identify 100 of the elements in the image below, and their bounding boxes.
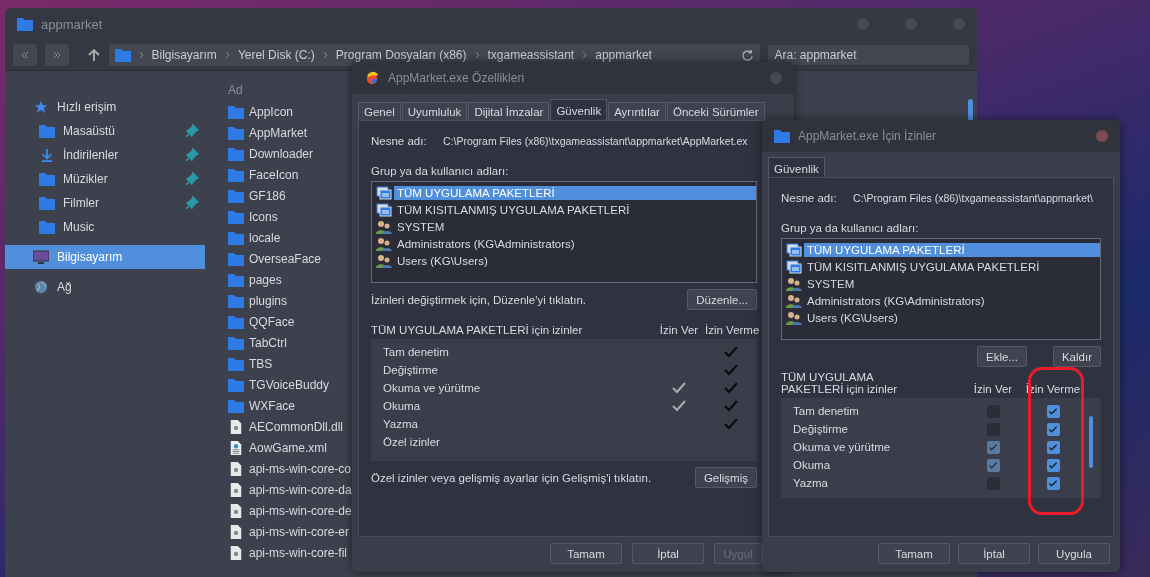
- close-button[interactable]: [1096, 130, 1108, 142]
- sidebar-item[interactable]: Hızlı erişim: [5, 95, 205, 119]
- folder-icon: [228, 188, 244, 203]
- dialog-button[interactable]: Uygula: [1038, 543, 1110, 564]
- breadcrumb[interactable]: Yerel Disk (C:): [237, 48, 315, 62]
- advanced-hint: Özel izinler veya gelişmiş ayarlar için Gelişmiş'i tıklatın.: [371, 471, 652, 484]
- folder-icon: [39, 124, 55, 138]
- dialog-button[interactable]: Tamam: [878, 543, 950, 564]
- file-name[interactable]: TGVoiceBuddy: [249, 377, 330, 392]
- tab[interactable]: Güvenlik: [550, 99, 608, 120]
- group-list-item[interactable]: TÜM KISITLANMIŞ UYGULAMA PAKETLERİ: [804, 259, 1100, 274]
- search-field[interactable]: Ara: appmarket: [768, 45, 969, 65]
- file-name[interactable]: FaceIcon: [249, 167, 299, 182]
- pin-icon[interactable]: [185, 148, 199, 162]
- checkbox[interactable]: [1046, 404, 1060, 418]
- file-name[interactable]: api-ms-win-core-da: [249, 482, 352, 497]
- permission-name: Okuma ve yürütme: [792, 441, 892, 453]
- folder-icon: [228, 335, 244, 350]
- file-name[interactable]: QQFace: [249, 314, 295, 329]
- file-name[interactable]: pages: [249, 272, 282, 287]
- file-name[interactable]: WXFace: [249, 398, 295, 413]
- pin-icon[interactable]: [185, 196, 199, 210]
- file-name[interactable]: api-ms-win-core-fil: [249, 545, 347, 560]
- computer-icon: [33, 250, 49, 264]
- file-name[interactable]: OverseaFace: [249, 251, 322, 266]
- file-name[interactable]: api-ms-win-core-de: [249, 503, 352, 518]
- app-logo-icon: [364, 71, 380, 85]
- folder-icon: [774, 129, 790, 143]
- remove-button[interactable]: Kaldır: [1052, 346, 1101, 367]
- users-icon: [376, 219, 392, 234]
- dialog-button[interactable]: Tamam: [550, 543, 622, 564]
- file-name[interactable]: TabCtrl: [249, 335, 287, 350]
- tab[interactable]: Ayrıntılar: [608, 102, 666, 120]
- refresh-icon[interactable]: [741, 48, 755, 62]
- tab[interactable]: Önceki Sürümler: [666, 102, 765, 120]
- dialog-button[interactable]: İptal: [632, 543, 704, 564]
- sidebar-item[interactable]: Ağ: [5, 275, 205, 299]
- pin-icon[interactable]: [185, 124, 199, 138]
- file-name[interactable]: api-ms-win-core-er: [249, 524, 349, 539]
- group-list-item[interactable]: Users (KG\Users): [804, 310, 1100, 325]
- sidebar-item[interactable]: Filmler: [5, 191, 205, 215]
- folder-icon: [17, 17, 33, 31]
- folder-icon: [39, 172, 55, 186]
- checkbox[interactable]: [986, 440, 1000, 454]
- permission-name: Tam denetim: [792, 405, 860, 417]
- sidebar-item[interactable]: Music: [5, 215, 205, 239]
- checkbox[interactable]: [1046, 476, 1060, 490]
- file-name[interactable]: AppIcon: [249, 104, 294, 119]
- star-icon: [33, 100, 49, 114]
- group-list-item[interactable]: Administrators (KG\Administrators): [804, 293, 1100, 308]
- file-name[interactable]: Icons: [249, 209, 278, 224]
- chevron-icon: [582, 51, 588, 59]
- chevron-icon: [322, 51, 328, 59]
- breadcrumb[interactable]: txgameassistant: [487, 48, 575, 62]
- file-name[interactable]: plugins: [249, 293, 288, 308]
- scrollbar-thumb[interactable]: [1089, 416, 1093, 468]
- group-list-item[interactable]: Administrators (KG\Administrators): [394, 236, 756, 251]
- up-arrow-icon[interactable]: [86, 48, 101, 62]
- dialog-button[interactable]: İptal: [958, 543, 1030, 564]
- pin-icon[interactable]: [185, 172, 199, 186]
- chevron-icon: [138, 51, 144, 59]
- checkbox[interactable]: [1046, 440, 1060, 454]
- file-name[interactable]: Downloader: [249, 146, 314, 161]
- checkbox[interactable]: [1046, 458, 1060, 472]
- gear-file-icon: [228, 524, 244, 539]
- permission-name: Okuma ve yürütme: [382, 382, 482, 394]
- file-name[interactable]: AECommonDll.dll: [249, 419, 344, 434]
- file-name[interactable]: AowGame.xml: [249, 440, 328, 455]
- breadcrumb[interactable]: Program Dosyaları (x86): [335, 48, 467, 62]
- group-list-item[interactable]: SYSTEM: [394, 219, 756, 234]
- group-list-item[interactable]: Users (KG\Users): [394, 253, 756, 268]
- advanced-button[interactable]: Gelişmiş: [694, 467, 757, 488]
- tab[interactable]: Uyumluluk: [401, 102, 468, 120]
- users-icon: [786, 293, 802, 308]
- tab[interactable]: Dijital İmzalar: [468, 102, 550, 120]
- sidebar-item[interactable]: İndirilenler: [5, 143, 205, 167]
- sidebar-item[interactable]: Müzikler: [5, 167, 205, 191]
- tab[interactable]: Genel: [358, 102, 401, 120]
- back-button[interactable]: [13, 44, 37, 66]
- sidebar-item[interactable]: Masaüstü: [5, 119, 205, 143]
- checkbox[interactable]: [986, 458, 1000, 472]
- folder-icon: [228, 125, 244, 140]
- file-name[interactable]: api-ms-win-core-co: [249, 461, 352, 476]
- permission-name: Özel izinler: [382, 436, 441, 448]
- file-name[interactable]: GF186: [249, 188, 286, 203]
- checkbox[interactable]: [1046, 422, 1060, 436]
- breadcrumb[interactable]: appmarket: [595, 48, 652, 62]
- edit-button[interactable]: Düzenle...: [687, 289, 757, 310]
- file-name[interactable]: AppMarket: [249, 125, 308, 140]
- add-button[interactable]: Ekle...: [977, 346, 1027, 367]
- folder-icon: [228, 167, 244, 182]
- group-list-item[interactable]: TÜM KISITLANMIŞ UYGULAMA PAKETLERİ: [394, 202, 756, 217]
- breadcrumb[interactable]: Bilgisayarım: [151, 48, 217, 62]
- folder-icon: [228, 230, 244, 245]
- file-name[interactable]: locale: [249, 230, 281, 245]
- group-list-item[interactable]: SYSTEM: [804, 276, 1100, 291]
- file-name[interactable]: TBS: [249, 356, 273, 371]
- tab[interactable]: Güvenlik: [768, 157, 825, 177]
- forward-button[interactable]: [44, 44, 69, 66]
- xml-file-icon: [228, 440, 244, 455]
